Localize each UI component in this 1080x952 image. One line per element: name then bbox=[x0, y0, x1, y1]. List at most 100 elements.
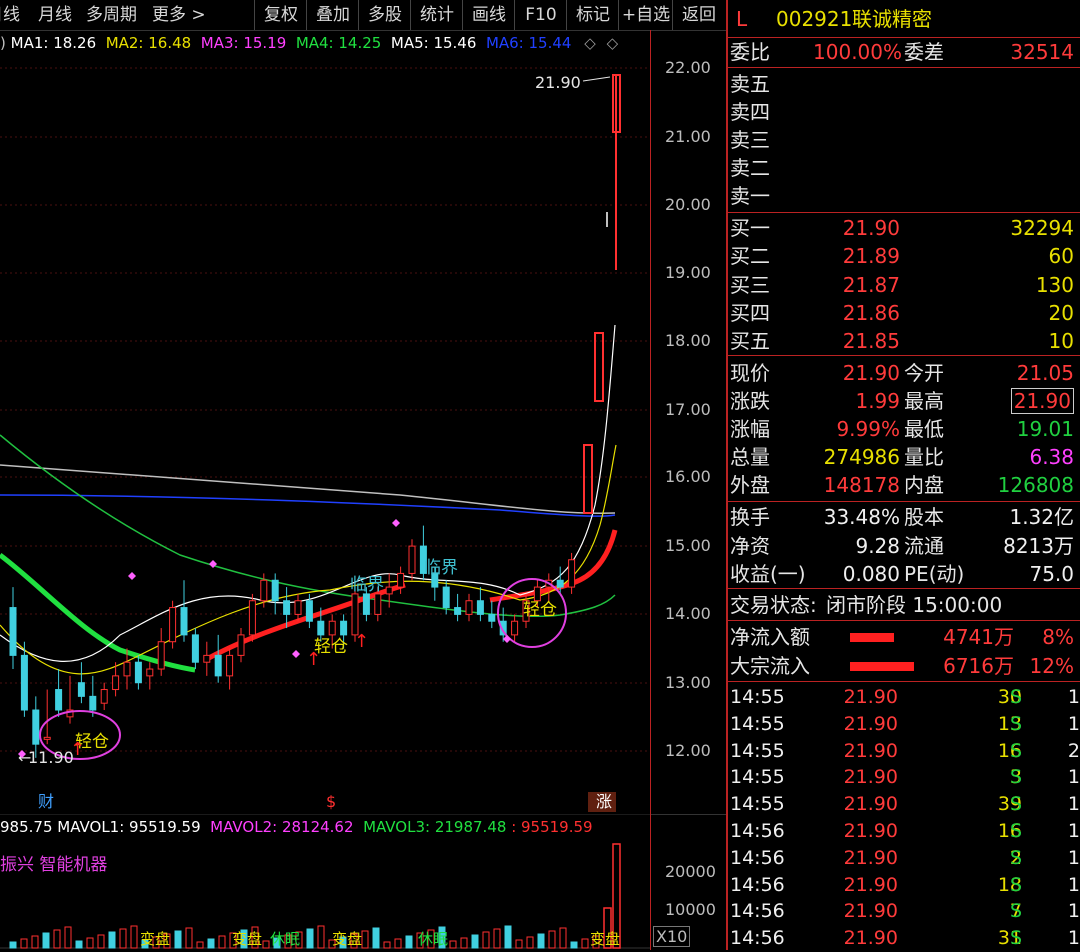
volume-bar bbox=[537, 933, 545, 949]
ma2-label: MA2: 16.48 bbox=[105, 34, 192, 52]
stock-name: 联诚精密 bbox=[852, 7, 932, 31]
buy-level-volume: 32294 bbox=[1010, 216, 1074, 240]
toolbar-month-line[interactable]: 月线 bbox=[38, 0, 72, 30]
toolbar-draw-line[interactable]: 画线 bbox=[462, 0, 515, 30]
sell1-label: 卖一 bbox=[730, 184, 770, 208]
fundamental-label: 流通 bbox=[904, 533, 944, 558]
quote-stat-row: 总量 274986 量比 6.38 bbox=[728, 443, 1080, 471]
low-price-label: 11.90 bbox=[28, 748, 74, 767]
price-tick: 13.00 bbox=[665, 673, 711, 692]
price-tick: 16.00 bbox=[665, 467, 711, 486]
trade-side: S bbox=[1010, 712, 1023, 735]
candle-body bbox=[157, 641, 165, 670]
toolbar-mark[interactable]: 标记 bbox=[566, 0, 619, 30]
toolbar-restore-rights[interactable]: 复权 bbox=[254, 0, 307, 30]
toolbar-f10[interactable]: F10 bbox=[514, 0, 567, 30]
volume-bar bbox=[262, 940, 270, 949]
vol-label-3: 休眠 bbox=[270, 930, 300, 948]
candle-body bbox=[134, 661, 142, 684]
toolbar-overlay[interactable]: 叠加 bbox=[306, 0, 359, 30]
stat-value: 1.99 bbox=[855, 389, 900, 413]
sell1-row: 卖一 bbox=[728, 182, 1080, 210]
toolbar-multi-stock[interactable]: 多股 bbox=[358, 0, 411, 30]
volume-bar bbox=[493, 928, 501, 949]
mavol2-label: MAVOL2: 28124.62 bbox=[210, 818, 354, 836]
buy-level-price: 21.86 bbox=[842, 300, 900, 325]
price-tick: 21.00 bbox=[665, 127, 711, 146]
weicha-label: 委差 bbox=[904, 40, 944, 64]
volume-chart[interactable]: 变盘 变盘 休眠 变盘 休眠 变盘 bbox=[0, 838, 650, 950]
buy-level-price: 21.87 bbox=[842, 272, 900, 297]
candle-body bbox=[488, 613, 496, 622]
ma4-label: MA4: 14.25 bbox=[295, 34, 382, 52]
fundamental-label: 净资 bbox=[730, 533, 770, 558]
volume-bar bbox=[449, 940, 457, 949]
volume-bar bbox=[515, 939, 523, 949]
weibi-value: 100.00% bbox=[813, 40, 902, 64]
fundamental-value: 75.0 bbox=[1029, 562, 1074, 586]
buy-level-row: 买五 21.85 10 bbox=[728, 327, 1080, 355]
limit-up-candle-1 bbox=[583, 444, 593, 514]
trade-time: 14:56 bbox=[730, 873, 785, 896]
tick-trade-row: 14:55 21.90 3 S 1 bbox=[728, 764, 1080, 791]
trade-status-row: 交易状态: 闭市阶段 15:00:00 bbox=[728, 591, 1080, 619]
stat-value: 6.38 bbox=[1029, 445, 1074, 469]
trade-side: S bbox=[1010, 766, 1023, 789]
volume-bar bbox=[53, 929, 61, 949]
tick-trade-row: 14:55 21.90 13 S 1 bbox=[728, 711, 1080, 738]
flow-label: 大宗流入 bbox=[730, 653, 810, 678]
candle-body bbox=[214, 654, 222, 677]
stat-value: 19.01 bbox=[1016, 417, 1074, 441]
peak-diamonds bbox=[18, 519, 511, 758]
kline-chart[interactable]: 21.90 11.90 ← 轻仓 轻仓 轻仓 临界 临界 ↑ ↑ ↑ 财 $ 涨 bbox=[0, 55, 650, 815]
legend-toggle-icon[interactable]: ◇ bbox=[607, 34, 619, 52]
volume-bar bbox=[196, 941, 204, 949]
quote-stat-row: 涨跌 1.99 最高 21.90 bbox=[728, 387, 1080, 415]
trade-count: 1 bbox=[1067, 927, 1080, 950]
volume-bar bbox=[64, 926, 72, 949]
toolbar-multi-period[interactable]: 多周期 bbox=[86, 0, 137, 30]
ma6-line bbox=[0, 494, 616, 517]
trade-side: S bbox=[1010, 900, 1023, 923]
candle-body bbox=[374, 593, 382, 615]
volume-bar bbox=[372, 927, 380, 949]
volume-bar bbox=[42, 932, 50, 949]
candle-body bbox=[260, 579, 268, 602]
ma-legend: ) MA1: 18.26 MA2: 16.48 MA3: 15.19 MA4: … bbox=[0, 31, 650, 55]
flow-pct: 8% bbox=[1042, 625, 1074, 649]
volume-bars bbox=[9, 925, 600, 949]
toolbar-day-line[interactable]: 日线 bbox=[0, 0, 20, 30]
toolbar-more[interactable]: 更多 > bbox=[152, 0, 206, 30]
ma4-line bbox=[0, 434, 616, 618]
vol-value: 985.75 bbox=[0, 818, 53, 836]
volume-bar bbox=[130, 925, 138, 949]
trade-status-value: 闭市阶段 15:00:00 bbox=[826, 593, 1003, 617]
candle-body bbox=[568, 559, 576, 588]
trade-side: S bbox=[1010, 739, 1023, 762]
candle-body bbox=[237, 634, 245, 656]
ma6-label: MA6: 15.44 bbox=[485, 34, 572, 52]
volume-bar bbox=[548, 930, 556, 949]
toolbar-back[interactable]: 返回 bbox=[672, 0, 725, 30]
candle-body bbox=[43, 736, 51, 740]
marker-limit-up: 涨 bbox=[596, 792, 612, 811]
trade-time: 14:56 bbox=[730, 846, 785, 869]
ma5-label: MA5: 15.46 bbox=[390, 34, 477, 52]
volume-bar bbox=[383, 941, 391, 949]
fundamental-label: 股本 bbox=[904, 505, 944, 529]
volume-bar bbox=[570, 941, 578, 949]
buy-level-label: 买三 bbox=[730, 272, 770, 297]
candle-body bbox=[328, 620, 336, 636]
toolbar-add-favorite[interactable]: +自选 bbox=[618, 0, 673, 30]
volume-tick: 10000 bbox=[665, 900, 716, 919]
price-tick: 17.00 bbox=[665, 400, 711, 419]
flow-amount: 4741万 bbox=[943, 625, 1014, 649]
volume-bar bbox=[86, 937, 94, 949]
legend-settings-icon[interactable]: ◇ bbox=[584, 34, 596, 52]
ma2-line bbox=[0, 444, 617, 675]
trade-count: 1 bbox=[1067, 686, 1080, 708]
buy-level-label: 买一 bbox=[730, 216, 770, 240]
volume-scale-button[interactable]: X10 bbox=[653, 926, 691, 947]
toolbar-statistics[interactable]: 统计 bbox=[410, 0, 463, 30]
stat-value: 9.99% bbox=[836, 417, 900, 441]
